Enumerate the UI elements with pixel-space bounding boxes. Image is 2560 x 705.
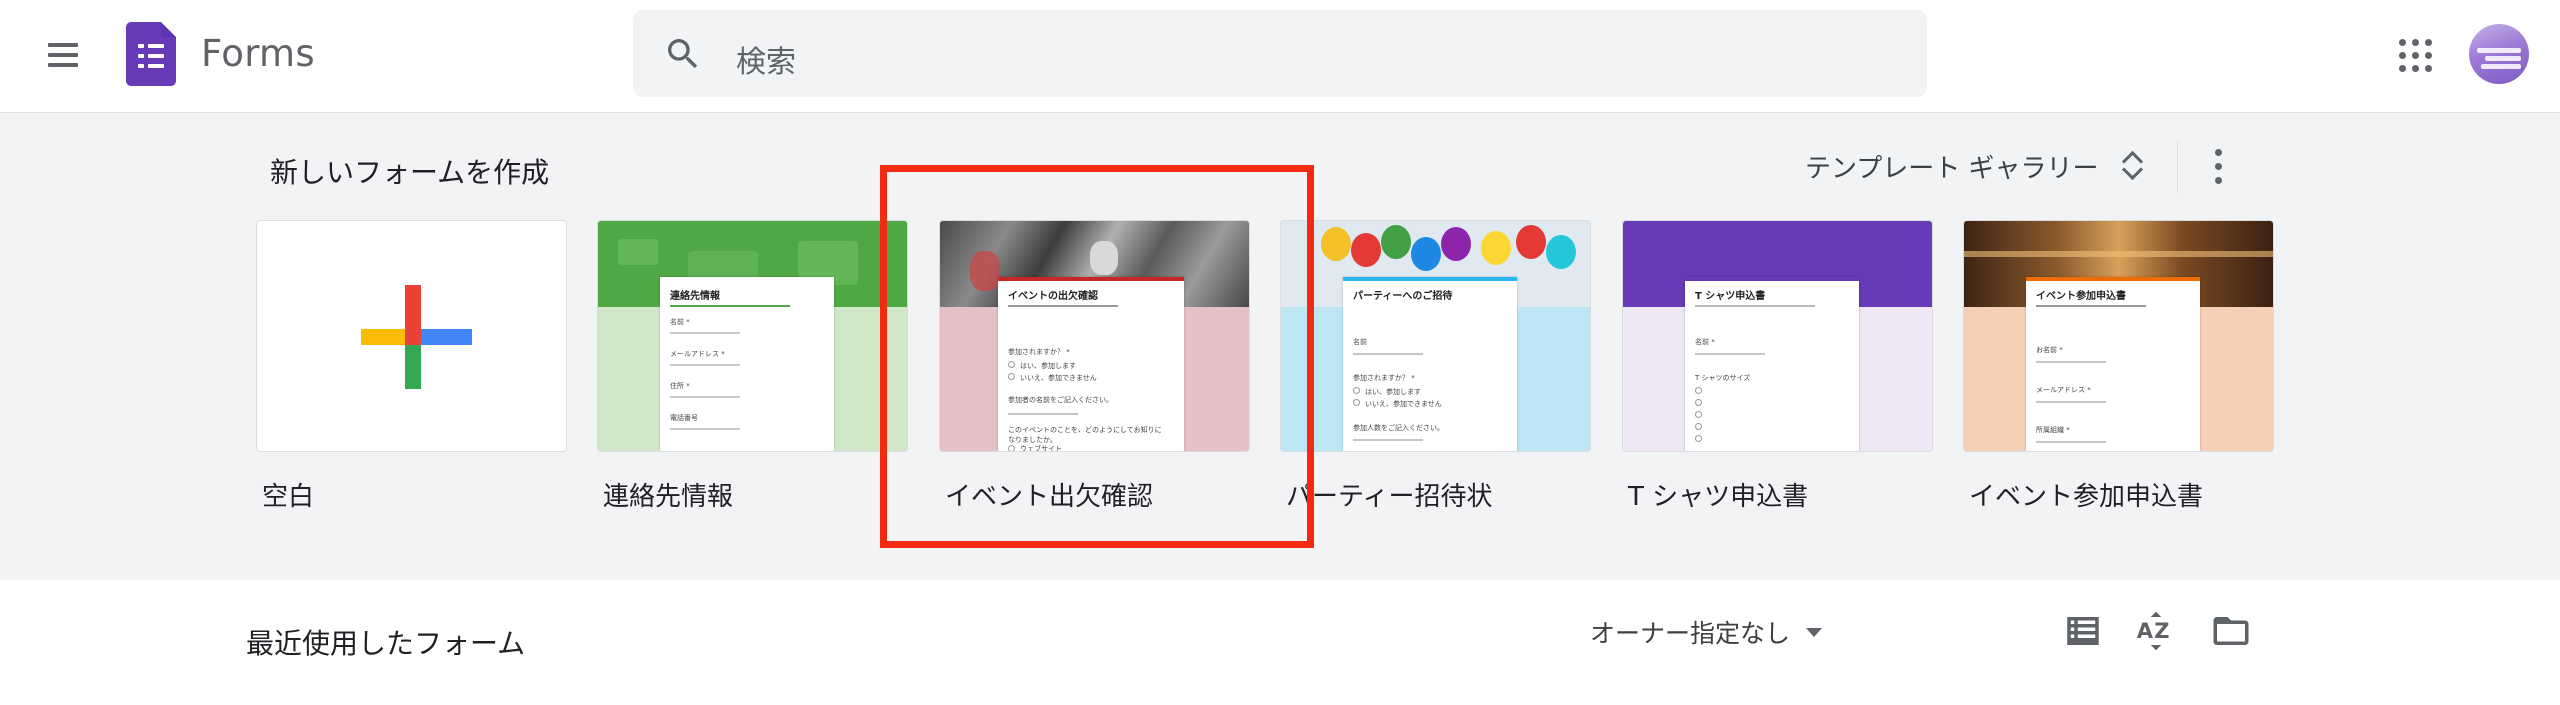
- template-name: パーティー招待状: [1286, 482, 1493, 512]
- thumb-field: 住所 *: [670, 382, 690, 390]
- account-avatar[interactable]: [2469, 24, 2529, 84]
- thumb-field: 名前 *: [670, 318, 690, 326]
- recent-forms-section: 最近使用したフォーム オーナー指定なし A Z: [0, 580, 2560, 705]
- thumb-field: 名前: [1353, 338, 1367, 346]
- thumb-field: このイベントのことを、どのようにしてお知りになりましたか。: [1008, 426, 1162, 444]
- template-name: T シャツ申込書: [1628, 482, 1809, 512]
- thumb-field: お名前 *: [2036, 346, 2063, 354]
- menu-icon-bar: [48, 43, 78, 47]
- search-input[interactable]: 検索: [736, 37, 796, 81]
- template-name: 空白: [262, 482, 315, 512]
- template-thumbnail[interactable]: イベントの出欠確認 参加されますか？ * はい、参加します いいえ、参加できませ…: [939, 220, 1250, 452]
- more-options-button[interactable]: [2200, 143, 2236, 191]
- template-blank[interactable]: 空白: [256, 220, 567, 512]
- menu-icon-bar: [48, 63, 78, 67]
- svg-text:Z: Z: [2154, 619, 2169, 643]
- thumb-field: はい、参加します: [1365, 388, 1421, 396]
- thumb-field: 電話番号: [670, 414, 698, 422]
- thumb-title: T シャツ申込書: [1695, 291, 1766, 302]
- forms-logo-icon[interactable]: [126, 22, 176, 86]
- recent-title: 最近使用したフォーム: [246, 627, 526, 660]
- template-thumbnail[interactable]: 連絡先情報 名前 * メールアドレス * 住所 * 電話番号: [597, 220, 908, 452]
- thumb-field: いいえ、参加できません: [1020, 374, 1097, 382]
- top-app-bar: Forms 検索: [0, 0, 2560, 112]
- template-contact-info[interactable]: 連絡先情報 名前 * メールアドレス * 住所 * 電話番号 連絡先情報: [597, 220, 908, 512]
- list-view-icon[interactable]: [2062, 610, 2104, 652]
- svg-text:A: A: [2137, 619, 2154, 643]
- template-thumbnail[interactable]: パーティーへのご招待 名前 参加されますか？ * はい、参加します いいえ、参加…: [1280, 220, 1591, 452]
- template-gallery-button[interactable]: テンプレート ギャラリー: [1805, 143, 2145, 189]
- template-name: イベント出欠確認: [945, 482, 1154, 512]
- template-event-registration[interactable]: イベント参加申込書 お名前 * メールアドレス * 所属組織 * イベント参加申…: [1963, 220, 2274, 512]
- template-name: 連絡先情報: [603, 482, 734, 512]
- sort-az-icon[interactable]: A Z: [2135, 610, 2177, 652]
- main-menu-button[interactable]: [40, 34, 84, 78]
- thumb-field: はい、参加します: [1020, 362, 1076, 370]
- thumb-title: イベント参加申込書: [2036, 291, 2126, 302]
- template-gallery-section: 新しいフォームを作成 テンプレート ギャラリー 空白 連絡先情報 名前 * メー…: [0, 112, 2560, 580]
- thumb-field: 所属組織 *: [2036, 426, 2070, 434]
- app-title[interactable]: Forms: [201, 32, 315, 75]
- template-gallery-label: テンプレート ギャラリー: [1805, 153, 2099, 184]
- plus-icon: [361, 285, 472, 389]
- google-apps-button[interactable]: [2394, 34, 2438, 78]
- caret-down-icon: [1806, 627, 1823, 637]
- thumb-field: 参加人数をご記入ください。: [1353, 424, 1444, 432]
- thumb-title: 連絡先情報: [670, 291, 720, 302]
- template-thumbnail[interactable]: [256, 220, 567, 452]
- thumb-field: 参加されますか？ *: [1008, 348, 1070, 356]
- thumb-field: いいえ、参加できません: [1365, 400, 1442, 408]
- section-title: 新しいフォームを作成: [270, 156, 550, 189]
- search-icon[interactable]: [663, 34, 703, 74]
- template-name: イベント参加申込書: [1969, 482, 2204, 512]
- template-thumbnail[interactable]: イベント参加申込書 お名前 * メールアドレス * 所属組織 *: [1963, 220, 2274, 452]
- owner-filter-dropdown[interactable]: オーナー指定なし: [1590, 614, 1823, 650]
- thumb-title: イベントの出欠確認: [1008, 291, 1098, 302]
- sort-updown-icon: [2121, 148, 2145, 184]
- template-event-rsvp[interactable]: イベントの出欠確認 参加されますか？ * はい、参加します いいえ、参加できませ…: [939, 220, 1250, 512]
- template-party-invite[interactable]: パーティーへのご招待 名前 参加されますか？ * はい、参加します いいえ、参加…: [1280, 220, 1591, 512]
- thumb-field: T シャツのサイズ: [1695, 374, 1751, 382]
- thumb-field: メールアドレス *: [670, 350, 725, 358]
- thumb-field: 参加者の名前をご記入ください。: [1008, 396, 1113, 404]
- thumb-field: 参加されますか？ *: [1353, 374, 1415, 382]
- thumb-field: ウェブサイト: [1020, 445, 1062, 452]
- template-thumbnail[interactable]: T シャツ申込書 名前 * T シャツのサイズ: [1622, 220, 1933, 452]
- search-bar[interactable]: 検索: [633, 10, 1927, 97]
- divider: [2177, 141, 2178, 193]
- template-tshirt-signup[interactable]: T シャツ申込書 名前 * T シャツのサイズ T シャツ申込書: [1622, 220, 1933, 512]
- owner-filter-label: オーナー指定なし: [1590, 619, 1791, 648]
- thumb-field: 名前 *: [1695, 338, 1715, 346]
- menu-icon-bar: [48, 53, 78, 57]
- thumb-title: パーティーへのご招待: [1353, 291, 1453, 302]
- folder-icon[interactable]: [2210, 610, 2252, 652]
- thumb-field: メールアドレス *: [2036, 386, 2091, 394]
